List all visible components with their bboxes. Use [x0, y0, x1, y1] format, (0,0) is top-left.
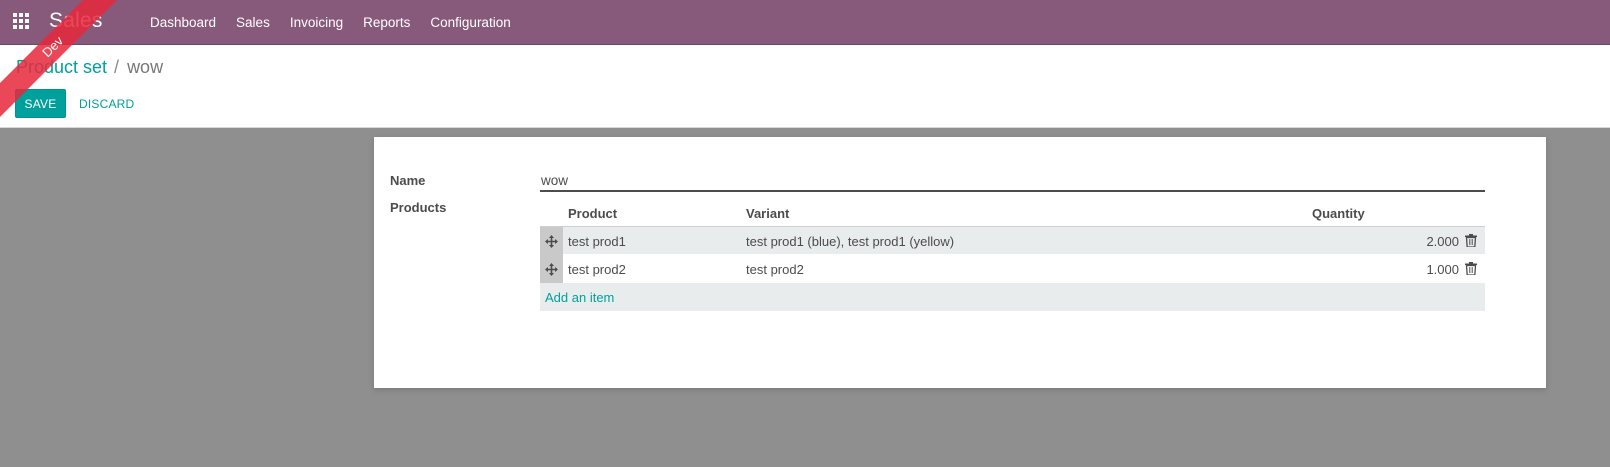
add-item-row: Add an item	[540, 283, 1485, 311]
menu-item-reports[interactable]: Reports	[353, 0, 420, 45]
products-label: Products	[390, 200, 447, 215]
discard-button[interactable]: DISCARD	[69, 89, 144, 118]
trash-icon[interactable]	[1465, 262, 1477, 275]
menu-item-sales[interactable]: Sales	[226, 0, 280, 45]
name-label: Name	[390, 173, 426, 188]
top-navbar: Sales Dashboard Sales Invoicing Reports …	[0, 0, 1610, 45]
menu-item-invoicing[interactable]: Invoicing	[280, 0, 353, 45]
quantity-cell: 2.000	[1426, 234, 1459, 249]
product-cell: test prod1	[568, 234, 626, 249]
table-row[interactable]: test prod1 test prod1 (blue), test prod1…	[540, 227, 1485, 255]
quantity-cell: 1.000	[1426, 262, 1459, 277]
menu-item-configuration[interactable]: Configuration	[420, 0, 520, 45]
form-sheet: Name Products Product Variant Quantity t…	[374, 137, 1546, 388]
add-item-link[interactable]: Add an item	[545, 290, 614, 305]
table-row[interactable]: test prod2 test prod2 1.000	[540, 255, 1485, 283]
product-cell: test prod2	[568, 262, 626, 277]
apps-grid-icon[interactable]	[13, 13, 31, 31]
breadcrumb: Product set / wow	[16, 57, 163, 78]
drag-handle-icon[interactable]	[540, 227, 563, 255]
main-menu: Dashboard Sales Invoicing Reports Config…	[140, 0, 521, 45]
menu-item-dashboard[interactable]: Dashboard	[140, 0, 226, 45]
breadcrumb-current: wow	[127, 57, 164, 77]
app-brand: Sales	[49, 9, 103, 32]
products-table: Product Variant Quantity test prod1 test…	[540, 201, 1485, 311]
control-panel: Product set / wow SAVE DISCARD	[0, 45, 1610, 128]
column-header-quantity[interactable]: Quantity	[1312, 206, 1365, 221]
variant-cell: test prod2	[746, 262, 804, 277]
name-input[interactable]	[540, 171, 1485, 192]
table-header: Product Variant Quantity	[540, 201, 1485, 227]
column-header-product[interactable]: Product	[568, 206, 617, 221]
save-button[interactable]: SAVE	[15, 89, 66, 118]
variant-cell: test prod1 (blue), test prod1 (yellow)	[746, 234, 955, 249]
breadcrumb-separator: /	[114, 57, 120, 77]
drag-handle-icon[interactable]	[540, 255, 563, 283]
trash-icon[interactable]	[1465, 234, 1477, 247]
breadcrumb-parent-link[interactable]: Product set	[16, 57, 107, 78]
column-header-variant[interactable]: Variant	[746, 206, 789, 221]
